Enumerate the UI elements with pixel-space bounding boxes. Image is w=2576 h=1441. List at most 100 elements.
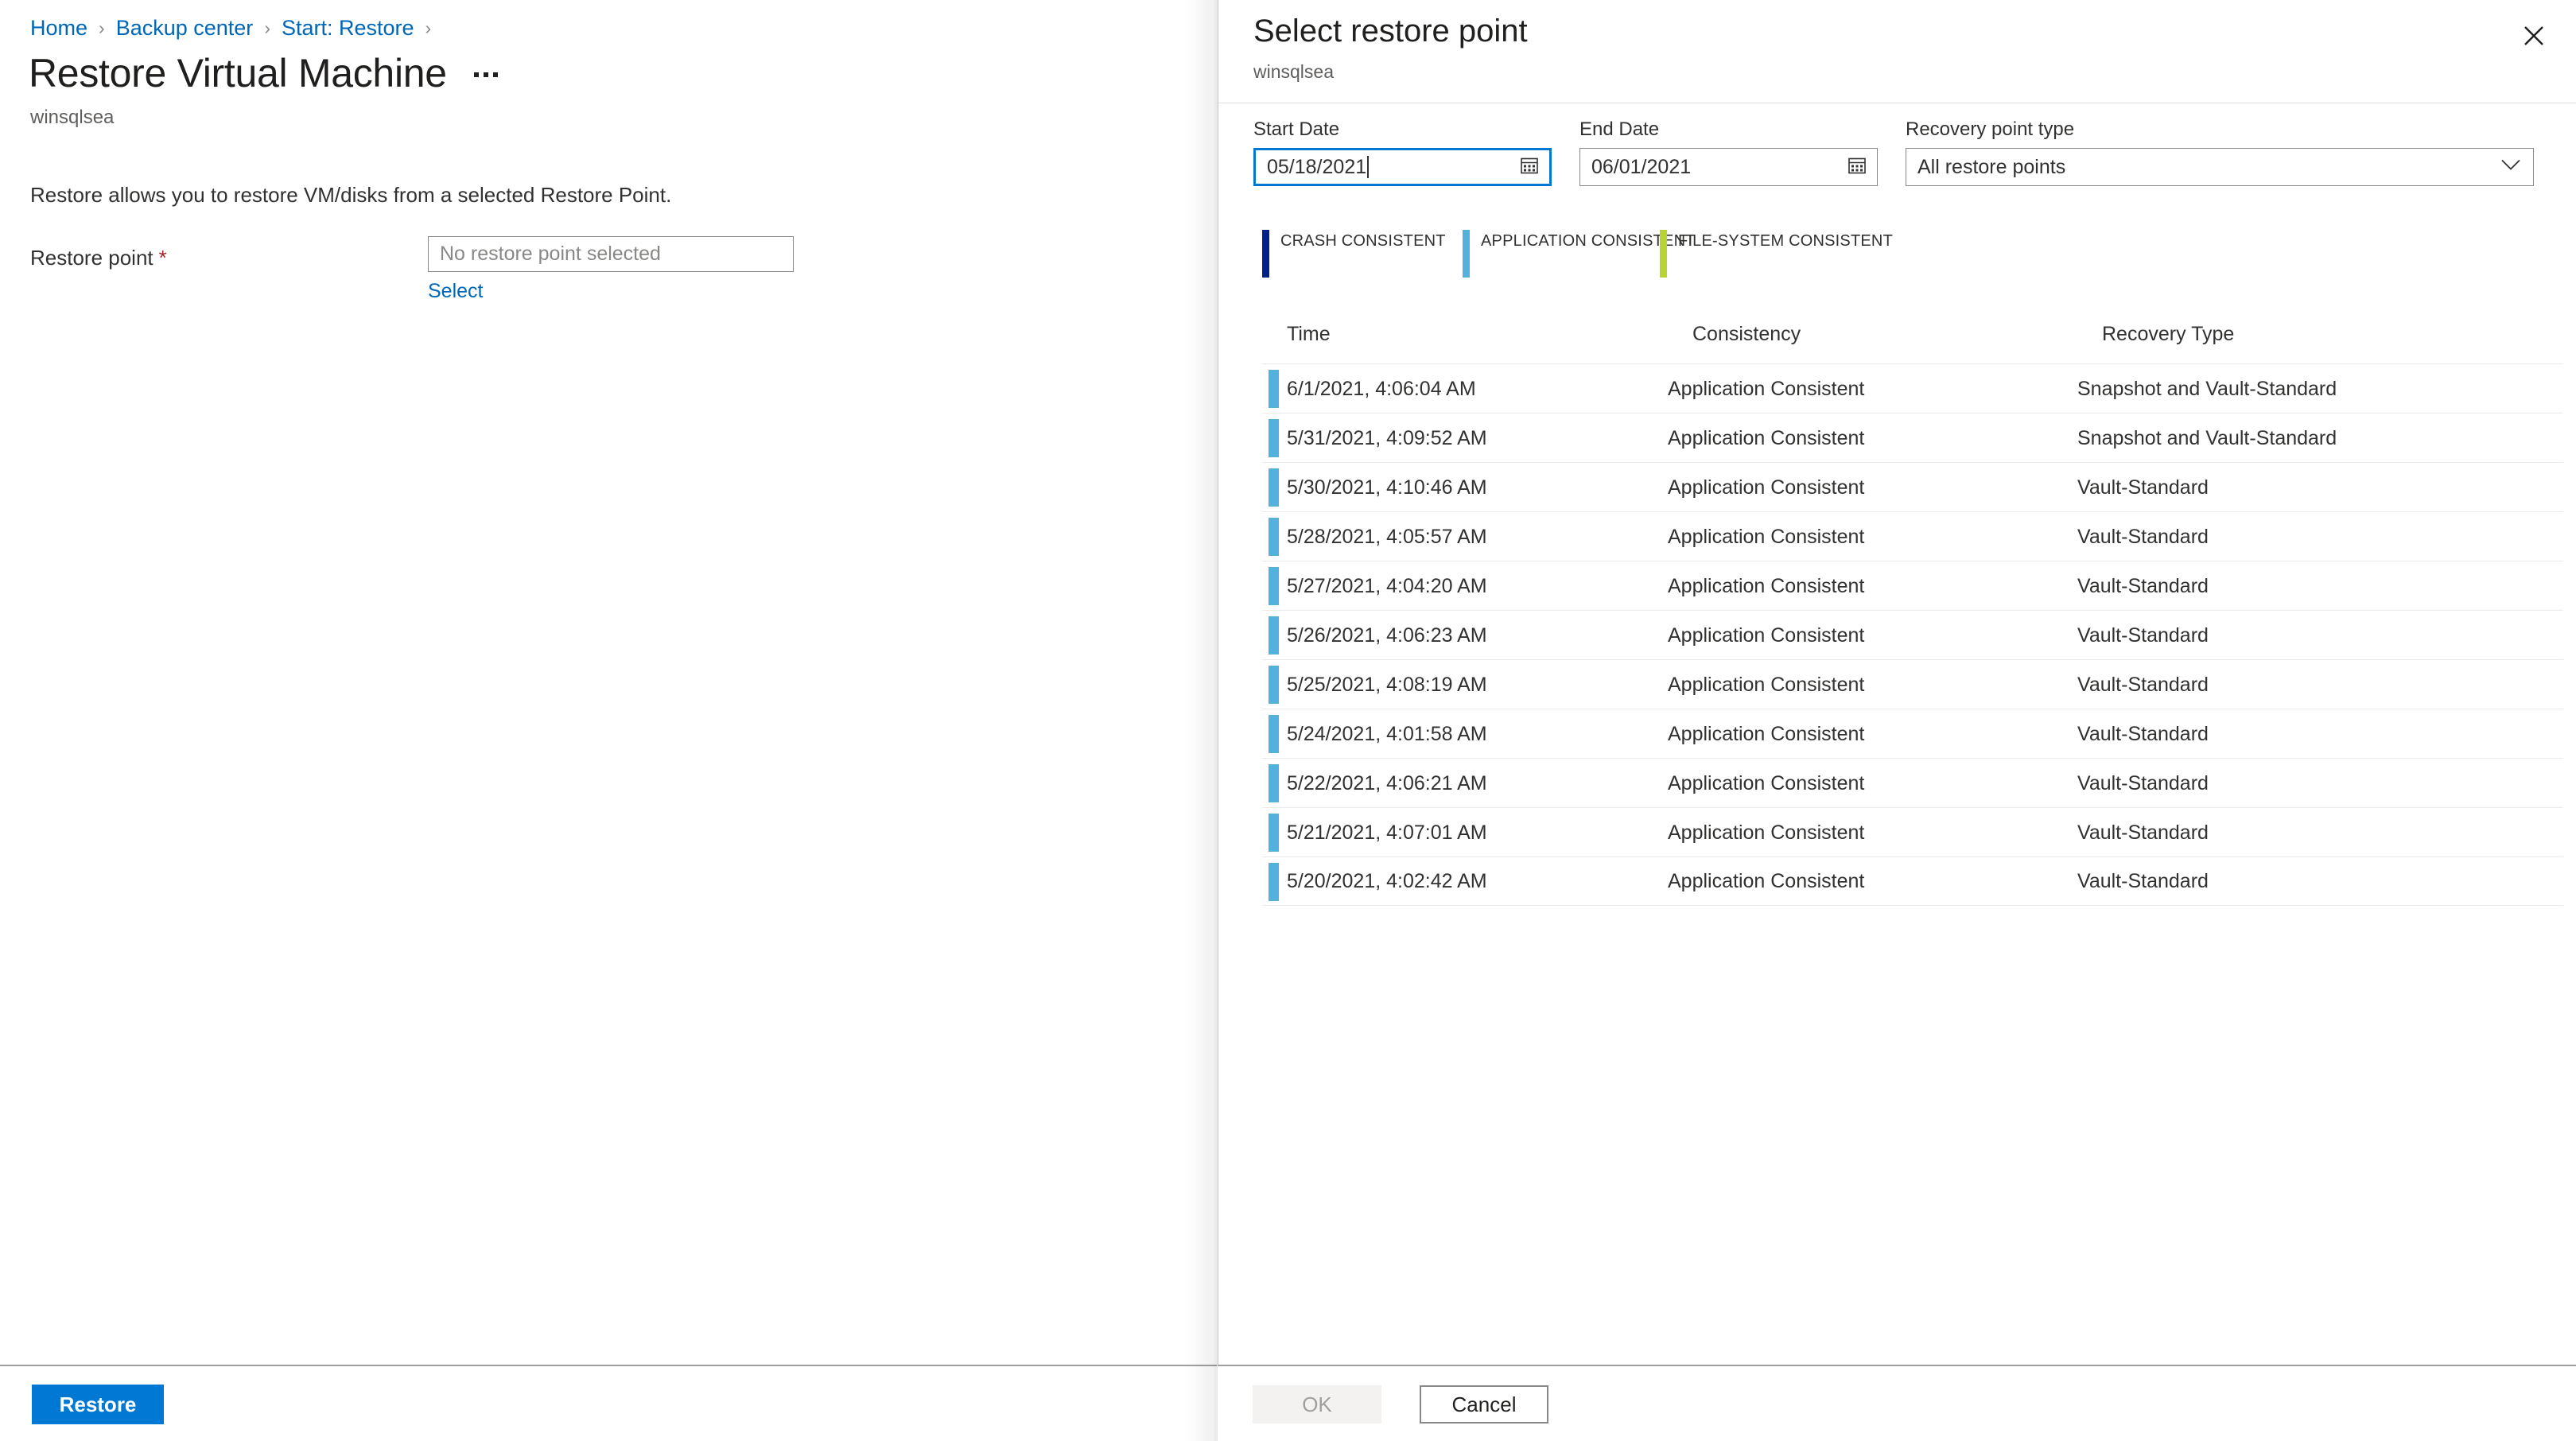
cell-consistency: Application Consistent <box>1668 821 1865 844</box>
breadcrumb-item-home[interactable]: Home <box>30 14 87 41</box>
table-row[interactable]: 5/27/2021, 4:04:20 AM Application Consist… <box>1262 561 2563 610</box>
consistency-legend: CRASH CONSISTENT APPLICATION CONSISTENT … <box>1262 230 1893 278</box>
cell-time: 5/31/2021, 4:09:52 AM <box>1287 426 1487 449</box>
row-consistency-indicator <box>1269 863 1279 901</box>
cell-consistency: Application Consistent <box>1668 574 1865 597</box>
cell-recovery-type: Snapshot and Vault-Standard <box>2077 426 2337 449</box>
end-date-group: End Date 06/01/2021 <box>1579 118 1878 186</box>
table-header-row: Time Consistency Recovery Type <box>1262 322 2563 363</box>
ellipsis-menu-icon[interactable] <box>469 61 503 85</box>
blade-footer: Restore <box>0 1365 1217 1441</box>
cell-time: 5/22/2021, 4:06:21 AM <box>1287 771 1487 794</box>
cell-consistency: Application Consistent <box>1668 673 1865 696</box>
cell-recovery-type: Vault-Standard <box>2077 574 2209 597</box>
calendar-icon[interactable] <box>1847 156 1867 179</box>
table-row[interactable]: 5/25/2021, 4:08:19 AM Application Consist… <box>1262 659 2563 709</box>
cell-consistency: Application Consistent <box>1668 870 1865 892</box>
breadcrumb-separator: › <box>99 17 105 38</box>
recovery-point-type-select[interactable]: All restore points <box>1906 148 2534 186</box>
pane-title: Select restore point <box>1253 14 1528 49</box>
restore-virtual-machine-blade: Home › Backup center › Start: Restore › … <box>0 0 1217 1441</box>
select-restore-point-link[interactable]: Select <box>428 278 483 304</box>
row-consistency-indicator <box>1269 764 1279 802</box>
ok-button[interactable]: OK <box>1253 1385 1381 1424</box>
restore-button[interactable]: Restore <box>32 1385 164 1424</box>
row-consistency-indicator <box>1269 616 1279 654</box>
table-body: 6/1/2021, 4:06:04 AM Application Consiste… <box>1262 363 2563 906</box>
required-marker: * <box>158 246 167 270</box>
breadcrumb-item-start-restore[interactable]: Start: Restore <box>282 14 414 41</box>
recovery-point-type-group: Recovery point type All restore points <box>1906 118 2534 186</box>
restore-points-table: Time Consistency Recovery Type 6/1/2021,… <box>1262 322 2563 906</box>
page-subtitle: winsqlsea <box>30 107 115 128</box>
cell-recovery-type: Vault-Standard <box>2077 870 2209 892</box>
start-date-value: 05/18/2021 <box>1267 156 1367 178</box>
row-consistency-indicator <box>1269 567 1279 605</box>
table-row[interactable]: 5/20/2021, 4:02:42 AM Application Consist… <box>1262 856 2563 906</box>
azure-portal-restore-screen: Home › Backup center › Start: Restore › … <box>0 0 2576 1441</box>
text-cursor <box>1367 156 1370 178</box>
cell-consistency: Application Consistent <box>1668 771 1865 794</box>
restore-point-input-value: No restore point selected <box>440 243 661 265</box>
close-icon[interactable] <box>2512 14 2555 57</box>
column-header-time: Time <box>1287 323 1331 345</box>
breadcrumb-item-backup-center[interactable]: Backup center <box>116 14 254 41</box>
cell-time: 5/20/2021, 4:02:42 AM <box>1287 870 1487 892</box>
chevron-down-icon <box>2500 159 2521 176</box>
table-row[interactable]: 5/30/2021, 4:10:46 AM Application Consist… <box>1262 462 2563 511</box>
cancel-button[interactable]: Cancel <box>1420 1385 1548 1424</box>
filters-row: Start Date 05/18/2021 End Date 06/01/202… <box>1253 118 2534 186</box>
cell-consistency: Application Consistent <box>1668 476 1865 499</box>
pane-subtitle: winsqlsea <box>1253 61 1334 82</box>
legend-label: FILE-SYSTEM CONSISTENT <box>1678 232 1893 250</box>
calendar-icon[interactable] <box>1520 156 1539 179</box>
recovery-point-type-value: All restore points <box>1917 156 2066 178</box>
cell-time: 5/25/2021, 4:08:19 AM <box>1287 673 1487 696</box>
legend-item-file-system-consistent: FILE-SYSTEM CONSISTENT <box>1660 230 1893 278</box>
cell-recovery-type: Vault-Standard <box>2077 821 2209 844</box>
cell-time: 5/26/2021, 4:06:23 AM <box>1287 623 1487 647</box>
row-consistency-indicator <box>1269 666 1279 704</box>
end-date-label: End Date <box>1579 118 1660 140</box>
intro-description: Restore allows you to restore VM/disks f… <box>30 183 672 207</box>
table-row[interactable]: 5/28/2021, 4:05:57 AM Application Consist… <box>1262 511 2563 561</box>
table-row[interactable]: 5/31/2021, 4:09:52 AM Application Consist… <box>1262 413 2563 462</box>
cell-recovery-type: Vault-Standard <box>2077 623 2209 647</box>
legend-item-application-consistent: APPLICATION CONSISTENT <box>1463 230 1695 278</box>
recovery-point-type-label: Recovery point type <box>1906 118 2075 140</box>
cell-consistency: Application Consistent <box>1668 525 1865 548</box>
cell-time: 6/1/2021, 4:06:04 AM <box>1287 377 1476 400</box>
cell-consistency: Application Consistent <box>1668 377 1865 400</box>
column-header-consistency: Consistency <box>1692 323 1801 345</box>
restore-point-label: Restore point * <box>30 244 167 271</box>
ellipsis-dot <box>483 72 488 77</box>
table-row[interactable]: 5/22/2021, 4:06:21 AM Application Consist… <box>1262 758 2563 807</box>
row-consistency-indicator <box>1269 370 1279 408</box>
page-title: Restore Virtual Machine <box>29 51 447 95</box>
cell-time: 5/24/2021, 4:01:58 AM <box>1287 722 1487 745</box>
table-row[interactable]: 6/1/2021, 4:06:04 AM Application Consiste… <box>1262 363 2563 413</box>
ellipsis-dot <box>492 72 498 77</box>
start-date-input[interactable]: 05/18/2021 <box>1253 148 1552 186</box>
row-consistency-indicator <box>1269 518 1279 556</box>
legend-color-swatch <box>1262 230 1269 278</box>
column-header-recovery-type: Recovery Type <box>2102 323 2235 345</box>
restore-point-label-text: Restore point <box>30 246 153 270</box>
restore-point-input[interactable]: No restore point selected <box>428 236 794 272</box>
legend-label: CRASH CONSISTENT <box>1280 232 1446 250</box>
end-date-input[interactable]: 06/01/2021 <box>1579 148 1878 186</box>
cell-recovery-type: Snapshot and Vault-Standard <box>2077 377 2337 400</box>
cell-consistency: Application Consistent <box>1668 722 1865 745</box>
cell-recovery-type: Vault-Standard <box>2077 525 2209 548</box>
table-row[interactable]: 5/24/2021, 4:01:58 AM Application Consist… <box>1262 709 2563 758</box>
table-row[interactable]: 5/26/2021, 4:06:23 AM Application Consist… <box>1262 610 2563 659</box>
table-row[interactable]: 5/21/2021, 4:07:01 AM Application Consist… <box>1262 807 2563 856</box>
cell-time: 5/28/2021, 4:05:57 AM <box>1287 525 1487 548</box>
cell-recovery-type: Vault-Standard <box>2077 476 2209 499</box>
cell-recovery-type: Vault-Standard <box>2077 673 2209 696</box>
cell-recovery-type: Vault-Standard <box>2077 722 2209 745</box>
row-consistency-indicator <box>1269 814 1279 852</box>
legend-color-swatch <box>1660 230 1667 278</box>
pane-footer: OK Cancel <box>1218 1365 2576 1441</box>
end-date-value: 06/01/2021 <box>1591 156 1692 178</box>
